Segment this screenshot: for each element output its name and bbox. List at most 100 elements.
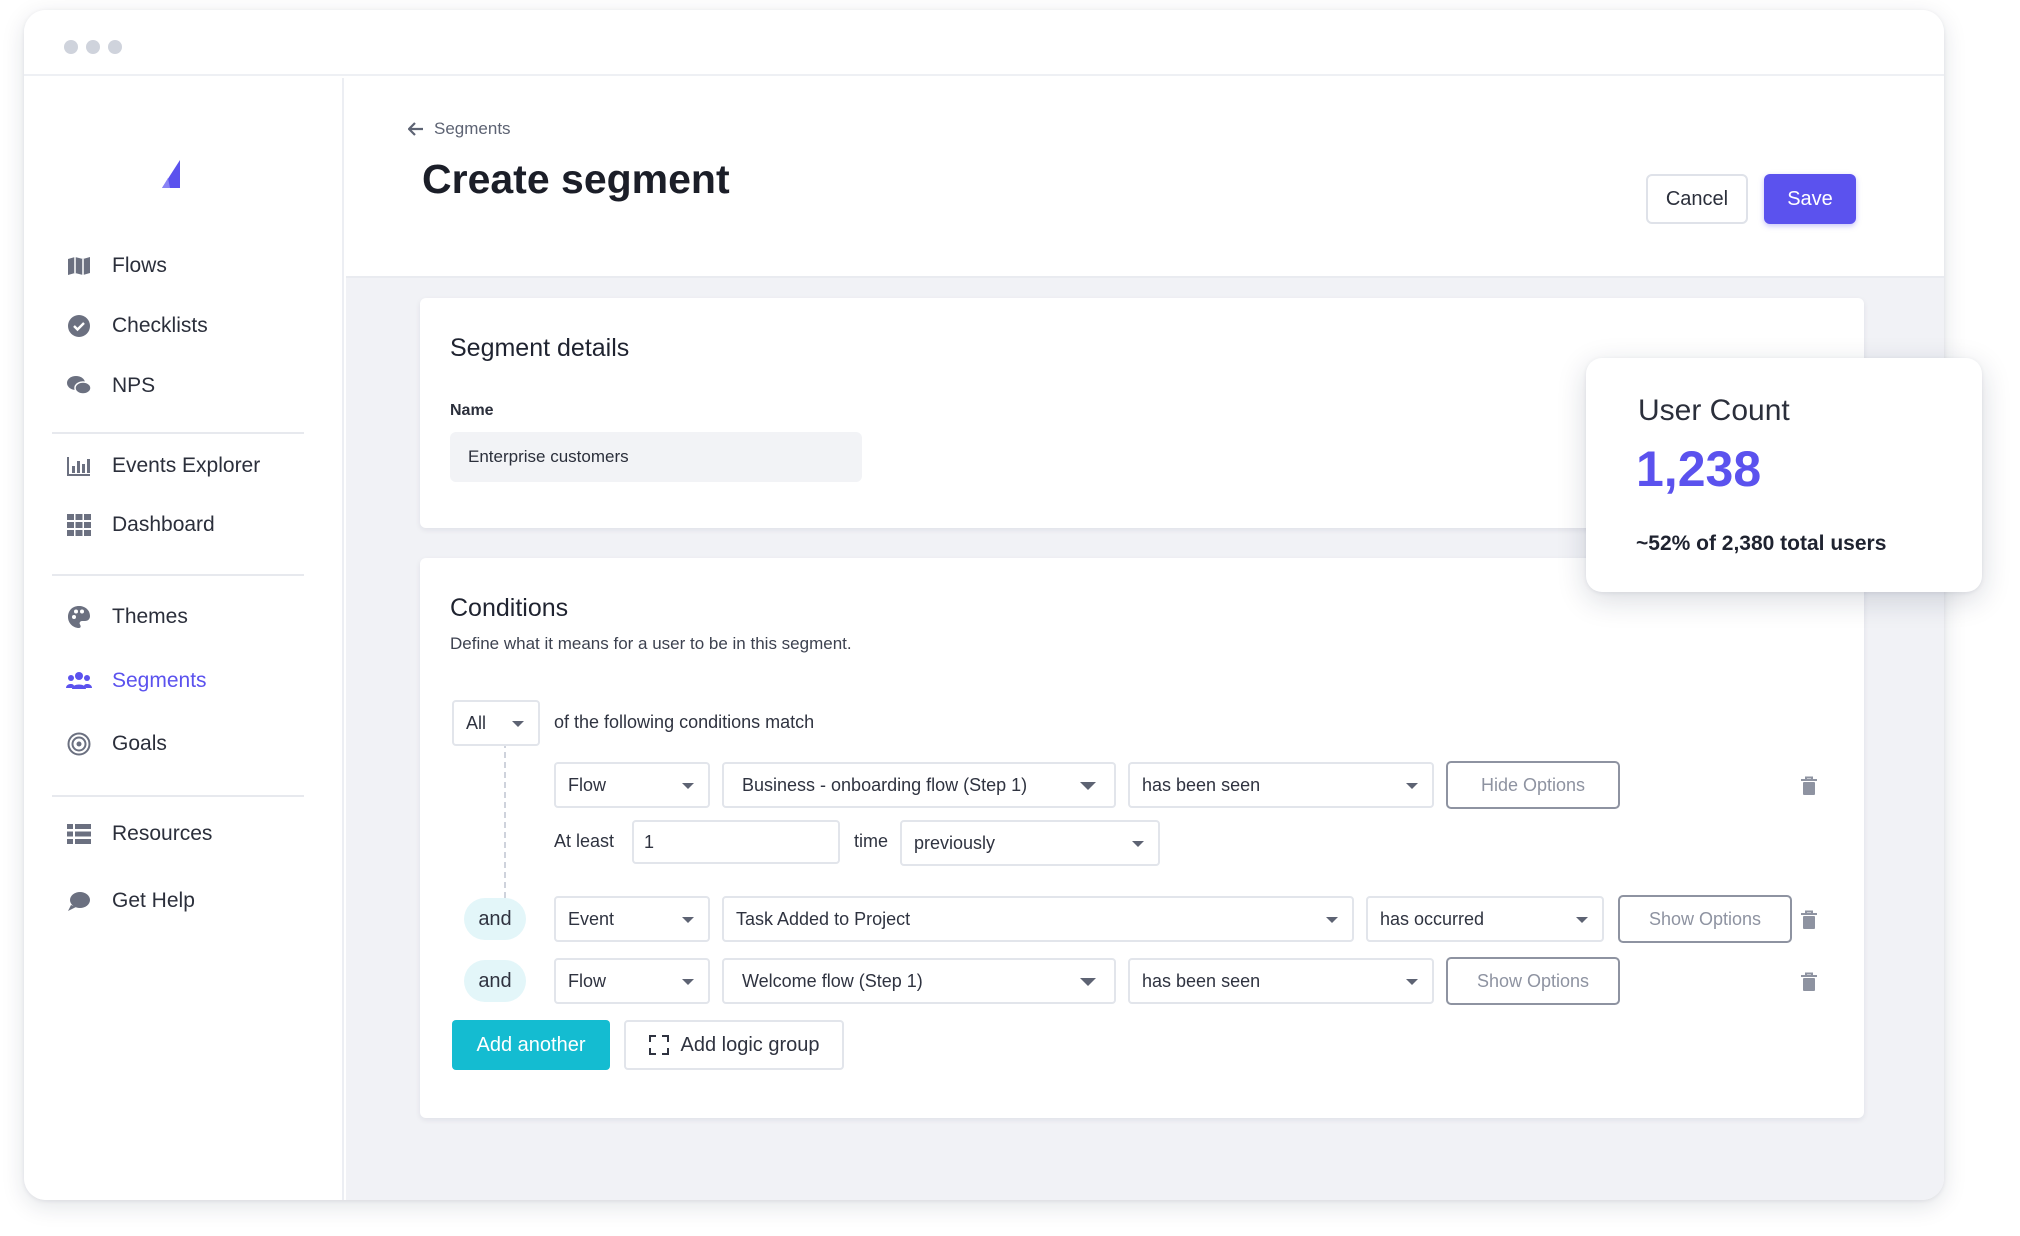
match-mode-select[interactable]: All — [452, 700, 540, 746]
show-options-button[interactable]: Show Options — [1446, 957, 1620, 1005]
frequency-timeframe-select[interactable]: previously — [900, 820, 1160, 866]
condition-type-value: Flow — [568, 774, 607, 795]
condition-target-select[interactable]: Welcome flow (Step 1) — [722, 958, 1116, 1004]
conditions-title: Conditions — [450, 594, 569, 622]
frequency-unit: time — [854, 831, 889, 851]
app-logo[interactable] — [154, 156, 190, 192]
condition-target-value: Welcome flow (Step 1) — [742, 970, 923, 991]
user-count-card: User Count 1,238 ~52% of 2,380 total use… — [1586, 358, 1982, 592]
conditions-subtitle: Define what it means for a user to be in… — [450, 634, 852, 653]
sidebar-item-themes[interactable]: Themes — [64, 597, 188, 637]
condition-operator-value: has been seen — [1142, 970, 1261, 991]
chevron-down-icon — [1576, 917, 1588, 923]
show-options-button[interactable]: Show Options — [1618, 895, 1792, 943]
name-label: Name — [450, 402, 494, 419]
title-bar — [24, 10, 1944, 76]
frequency-count-input[interactable]: 1 — [632, 820, 840, 864]
sidebar-item-segments[interactable]: Segments — [64, 661, 207, 701]
map-icon — [64, 251, 94, 281]
add-logic-group-label: Add logic group — [680, 1033, 820, 1056]
condition-target-select[interactable]: Business - onboarding flow (Step 1) — [722, 762, 1116, 808]
page-title: Create segment — [422, 156, 730, 202]
and-connector[interactable]: and — [464, 960, 526, 1002]
sidebar-item-flows[interactable]: Flows — [64, 246, 167, 286]
users-icon — [64, 666, 94, 696]
cancel-button[interactable]: Cancel — [1646, 174, 1748, 224]
hide-options-button[interactable]: Hide Options — [1446, 761, 1620, 809]
chevron-down-icon — [1132, 841, 1144, 847]
chevron-down-icon — [1406, 783, 1418, 789]
trash-icon[interactable] — [1800, 776, 1818, 796]
chevron-down-icon — [682, 917, 694, 923]
frequency-prefix: At least — [554, 831, 615, 851]
chevron-down-icon — [682, 783, 694, 789]
list-icon — [64, 819, 94, 849]
sidebar-item-dashboard[interactable]: Dashboard — [64, 505, 215, 545]
arrow-left-icon — [408, 122, 423, 136]
condition-operator-select[interactable]: has been seen — [1128, 762, 1434, 808]
add-logic-group-button[interactable]: Add logic group — [624, 1020, 844, 1070]
chevron-down-icon — [1406, 979, 1418, 985]
sidebar-item-goals[interactable]: Goals — [64, 724, 167, 764]
chevron-down-icon — [512, 721, 524, 727]
sidebar-item-label: Flows — [112, 254, 167, 277]
sidebar-item-label: Dashboard — [112, 513, 215, 536]
sidebar-item-get-help[interactable]: Get Help — [64, 881, 195, 921]
window-dot — [64, 40, 78, 54]
trash-icon[interactable] — [1800, 972, 1818, 992]
page-header: Segments Create segment Cancel Save — [346, 78, 1944, 278]
chat-bubbles-icon — [64, 371, 94, 401]
breadcrumb-label: Segments — [434, 119, 511, 138]
conditions-card: Conditions Define what it means for a us… — [420, 558, 1864, 1118]
palette-icon — [64, 602, 94, 632]
save-button[interactable]: Save — [1764, 174, 1856, 224]
sidebar-item-nps[interactable]: NPS — [64, 366, 155, 406]
speech-bubble-icon — [64, 886, 94, 916]
sidebar-divider — [52, 432, 304, 434]
sidebar-item-label: Themes — [112, 605, 188, 628]
match-mode-value: All — [466, 712, 487, 733]
match-description: of the following conditions match — [554, 712, 815, 732]
sidebar-item-checklists[interactable]: Checklists — [64, 306, 208, 346]
condition-operator-value: has been seen — [1142, 774, 1261, 795]
sidebar: Flows Checklists NPS Events Explorer Das… — [24, 78, 344, 1200]
frequency-timeframe-value: previously — [914, 832, 996, 853]
condition-type-select[interactable]: Flow — [554, 762, 710, 808]
sidebar-item-label: Events Explorer — [112, 454, 261, 477]
sidebar-item-label: NPS — [112, 374, 156, 397]
window-dot — [108, 40, 122, 54]
chevron-down-icon — [1326, 917, 1338, 923]
trash-icon[interactable] — [1800, 910, 1818, 930]
condition-type-value: Event — [568, 908, 615, 929]
sidebar-item-events-explorer[interactable]: Events Explorer — [64, 446, 260, 486]
sidebar-divider — [52, 795, 304, 797]
condition-operator-select[interactable]: has been seen — [1128, 958, 1434, 1004]
condition-type-select[interactable]: Event — [554, 896, 710, 942]
check-circle-icon — [64, 311, 94, 341]
condition-operator-select[interactable]: has occurred — [1366, 896, 1604, 942]
bar-chart-icon — [64, 451, 94, 481]
condition-operator-value: has occurred — [1380, 908, 1485, 929]
app-window: Flows Checklists NPS Events Explorer Das… — [24, 10, 1944, 1200]
sidebar-item-label: Resources — [112, 822, 213, 845]
grid-icon — [64, 510, 94, 540]
expand-icon — [648, 1035, 669, 1055]
target-icon — [64, 729, 94, 759]
condition-target-select[interactable]: Task Added to Project — [722, 896, 1354, 942]
chevron-down-icon — [1080, 782, 1096, 790]
sidebar-item-label: Goals — [112, 732, 167, 755]
segment-details-title: Segment details — [450, 334, 630, 362]
sidebar-item-resources[interactable]: Resources — [64, 814, 212, 854]
and-connector[interactable]: and — [464, 898, 526, 940]
window-dot — [86, 40, 100, 54]
segment-name-input[interactable]: Enterprise customers — [450, 432, 862, 482]
user-count-subtitle: ~52% of 2,380 total users — [1636, 532, 1887, 555]
main-content: Segments Create segment Cancel Save Segm… — [346, 78, 1944, 1200]
breadcrumb[interactable]: Segments — [408, 119, 511, 139]
condition-target-value: Task Added to Project — [736, 908, 911, 929]
user-count-value: 1,238 — [1636, 441, 1762, 497]
condition-type-select[interactable]: Flow — [554, 958, 710, 1004]
add-another-button[interactable]: Add another — [452, 1020, 610, 1070]
sidebar-item-label: Checklists — [112, 314, 208, 337]
condition-target-value: Business - onboarding flow (Step 1) — [742, 774, 1028, 795]
